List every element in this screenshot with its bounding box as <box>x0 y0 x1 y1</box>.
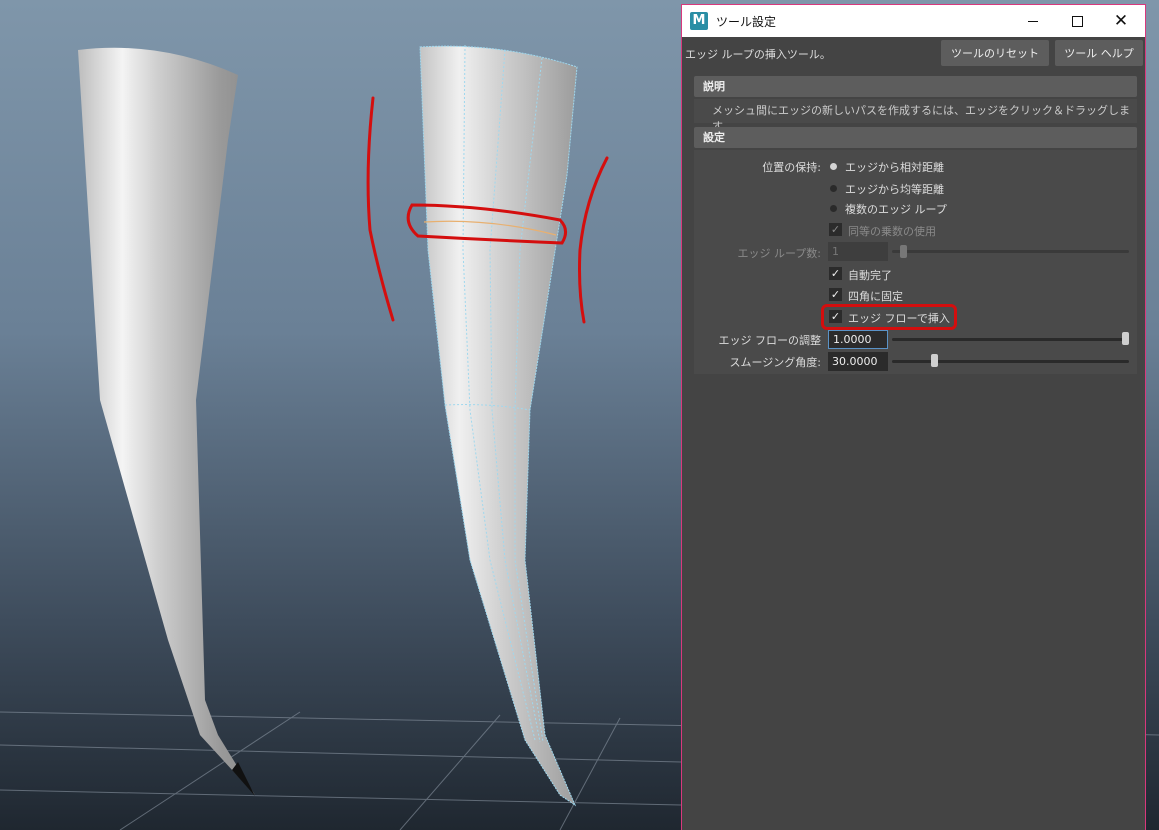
close-icon: ✕ <box>1113 10 1129 31</box>
edge-loop-count-label: エッジ ループ数: <box>737 247 821 260</box>
edge-flow-adjust-field[interactable]: 1.0000 <box>828 330 888 349</box>
edge-flow-adjust-label: エッジ フローの調整 <box>718 334 822 347</box>
fix-quads-label[interactable]: 四角に固定 <box>848 288 903 304</box>
edge-loop-count-slider[interactable] <box>892 250 1129 253</box>
tool-settings-window: M ツール設定 ✕ エッジ ループの挿入ツール。 ツールのリセット ツール ヘル… <box>681 4 1146 830</box>
left-model-tip <box>232 762 255 796</box>
settings-section: 位置の保持: エッジから相対距離 エッジから均等距離 複数のエッジ ループ ✓ … <box>694 150 1137 374</box>
radio-multiple-edge-loops[interactable] <box>830 205 837 212</box>
window-title: ツール設定 <box>716 14 777 29</box>
edge-loop-count-field[interactable]: 1 <box>828 242 888 261</box>
left-model[interactable] <box>78 47 255 796</box>
auto-complete-label[interactable]: 自動完了 <box>848 267 892 283</box>
settings-section-header[interactable]: 設定 <box>694 127 1137 148</box>
use-equal-multiplier-checkbox[interactable]: ✓ <box>829 223 842 236</box>
radio-equal-distance-label[interactable]: エッジから均等距離 <box>845 181 944 197</box>
radio-multiple-edge-loops-label[interactable]: 複数のエッジ ループ <box>845 201 947 217</box>
title-bar[interactable]: M ツール設定 ✕ <box>682 5 1145 37</box>
maximize-button[interactable] <box>1055 5 1099 37</box>
fix-quads-checkbox[interactable]: ✓ <box>829 288 842 301</box>
minimize-button[interactable] <box>1011 5 1055 37</box>
minimize-icon <box>1028 20 1038 22</box>
position-label: 位置の保持: <box>762 161 821 174</box>
tool-header: エッジ ループの挿入ツール。 ツールのリセット ツール ヘルプ <box>682 37 1145 71</box>
radio-equal-distance[interactable] <box>830 185 837 192</box>
tool-help-button[interactable]: ツール ヘルプ <box>1055 40 1143 66</box>
radio-relative-distance[interactable] <box>830 163 837 170</box>
description-section-header[interactable]: 説明 <box>694 76 1137 97</box>
close-button[interactable]: ✕ <box>1099 5 1143 37</box>
smoothing-angle-field[interactable]: 30.0000 <box>828 352 888 371</box>
smoothing-angle-label: スムージング角度: <box>729 356 822 369</box>
radio-relative-distance-label[interactable]: エッジから相対距離 <box>845 159 944 175</box>
description-section: メッシュ間にエッジの新しいパスを作成するには、エッジをクリック＆ドラッグします。 <box>694 99 1137 133</box>
auto-complete-checkbox[interactable]: ✓ <box>829 267 842 280</box>
reset-tool-button[interactable]: ツールのリセット <box>941 40 1049 66</box>
smoothing-angle-slider[interactable] <box>892 360 1129 363</box>
edge-loop-count-slider-handle[interactable] <box>900 245 907 258</box>
tool-name: エッジ ループの挿入ツール。 <box>685 48 831 61</box>
right-model[interactable] <box>419 45 578 807</box>
edge-flow-adjust-slider[interactable] <box>892 338 1129 341</box>
maya-app-icon: M <box>690 12 708 30</box>
smoothing-angle-slider-handle[interactable] <box>931 354 938 367</box>
maximize-icon <box>1071 15 1083 27</box>
use-equal-multiplier-label: 同等の乗数の使用 <box>848 225 936 238</box>
edge-flow-adjust-slider-handle[interactable] <box>1122 332 1129 345</box>
red-highlight-box <box>821 304 957 330</box>
